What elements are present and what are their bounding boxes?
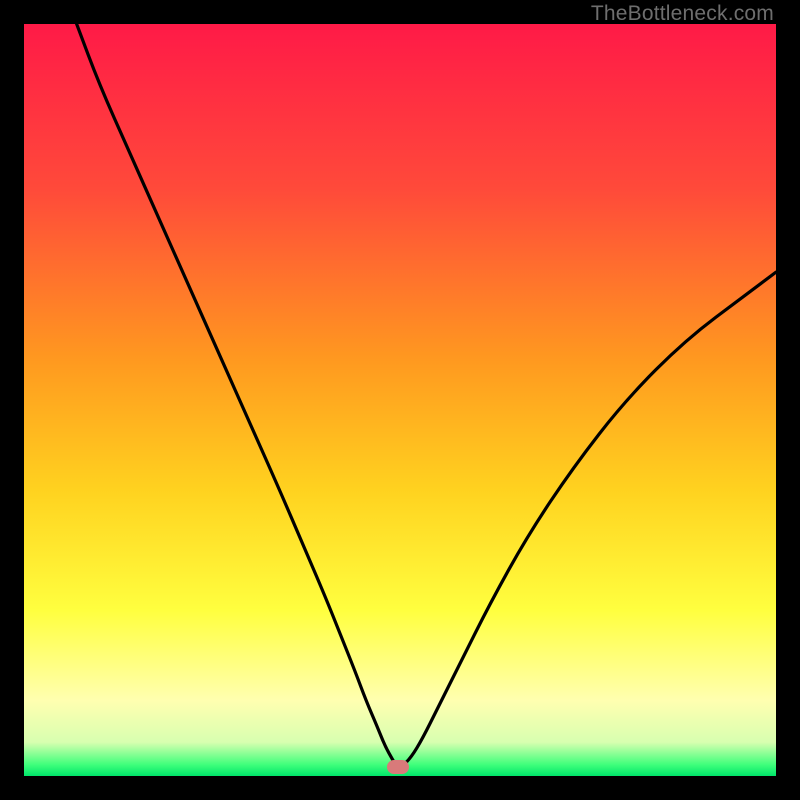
watermark-text: TheBottleneck.com	[591, 2, 774, 26]
chart-background	[24, 24, 776, 776]
optimal-point-marker	[387, 760, 409, 774]
bottleneck-chart	[24, 24, 776, 776]
chart-frame	[24, 24, 776, 776]
